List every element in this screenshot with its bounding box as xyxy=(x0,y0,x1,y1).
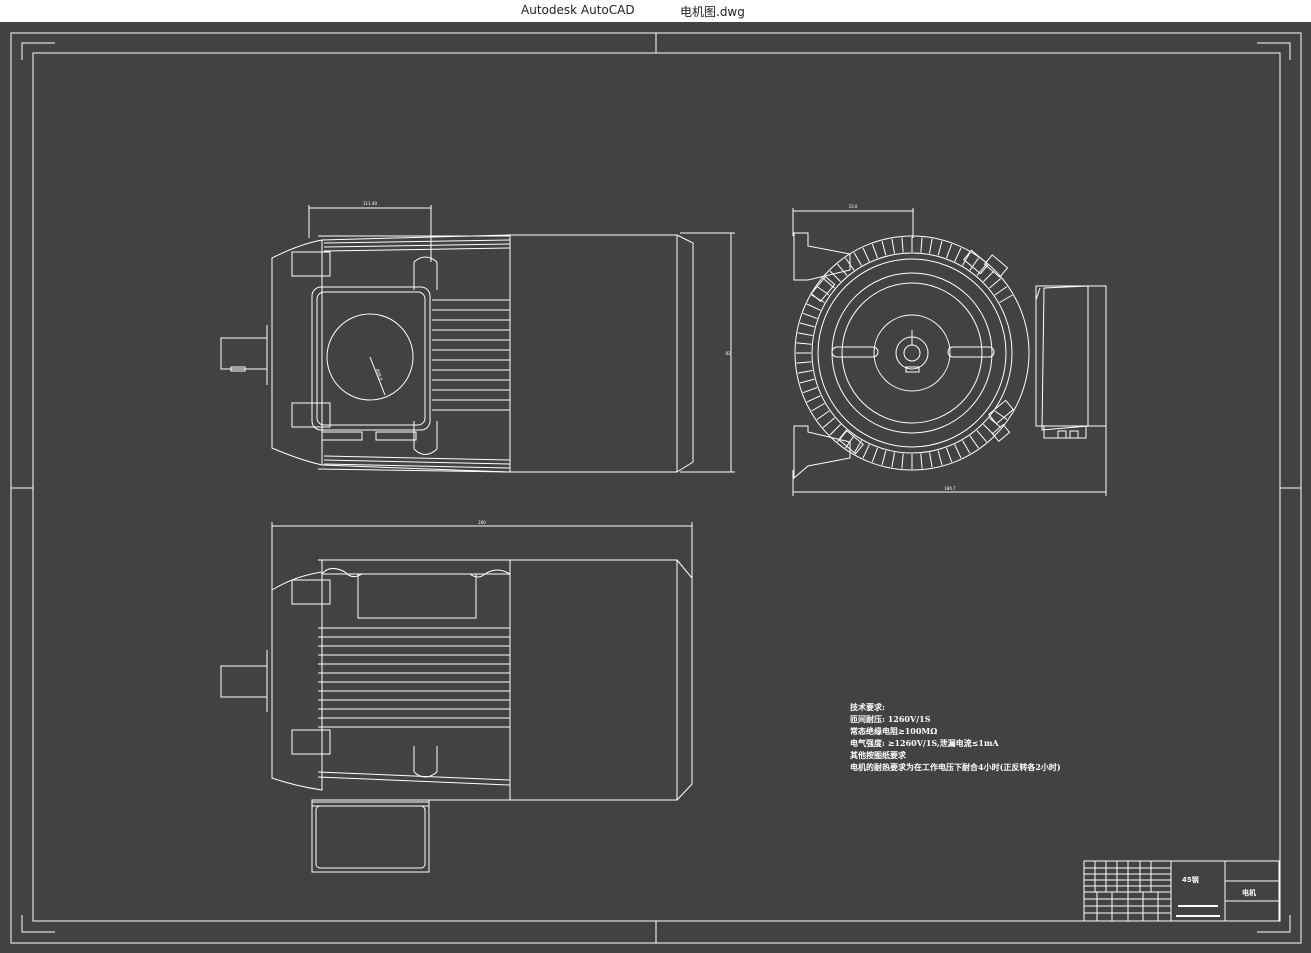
fin-tick xyxy=(983,270,995,282)
fin-tick xyxy=(976,430,987,443)
fin-tick xyxy=(994,286,1008,296)
side-view xyxy=(792,208,1107,496)
fin-tick xyxy=(816,410,830,420)
dim-side-width-bottom: 180.7 xyxy=(944,486,956,491)
fin-tick xyxy=(871,447,878,463)
fin-tick xyxy=(920,453,923,469)
fin-tick xyxy=(962,440,971,454)
dim-side-width-top: 33.0 xyxy=(849,204,858,209)
dim-front-width: 111.40 xyxy=(363,201,377,206)
fin-tick xyxy=(976,263,987,276)
title-block-part-name: 电机 xyxy=(1242,889,1256,897)
fin-tick xyxy=(946,447,953,463)
title-block-material: 45钢 xyxy=(1182,876,1199,884)
fin-tick xyxy=(862,444,870,459)
window-title-bar: Autodesk AutoCAD 电机图.dwg xyxy=(0,0,1311,22)
fin-tick xyxy=(853,252,862,266)
fin-tick xyxy=(929,238,933,254)
front-fins xyxy=(323,239,511,469)
fin-tick xyxy=(871,243,878,259)
front-view xyxy=(220,205,735,473)
fin-tick xyxy=(802,387,818,394)
bottom-fins xyxy=(318,627,510,728)
fin-tick xyxy=(891,238,895,254)
fin-tick xyxy=(999,294,1013,303)
fin-tick xyxy=(816,286,830,296)
fin-tick xyxy=(954,444,962,459)
dim-front-height: 82 xyxy=(725,351,731,356)
fin-tick xyxy=(901,453,904,469)
fin-tick xyxy=(799,378,815,384)
tech-req-line-2: 常态绝缘电阻≥100MΩ xyxy=(850,726,938,736)
bottom-view xyxy=(220,522,693,873)
app-title: Autodesk AutoCAD xyxy=(521,3,635,17)
fin-tick xyxy=(989,278,1002,289)
fin-tick xyxy=(806,303,821,311)
fin-tick xyxy=(837,263,848,276)
technical-requirements: 技术要求: 匝间耐压: 1260V/1S 常态绝缘电阻≥100MΩ 电气强度: … xyxy=(850,701,1061,773)
fin-tick xyxy=(797,332,813,336)
fin-tick xyxy=(797,370,813,374)
fin-tick xyxy=(920,237,923,253)
fin-tick xyxy=(796,361,812,364)
fin-tick xyxy=(822,417,835,428)
fin-tick xyxy=(994,410,1008,420)
fin-tick xyxy=(806,395,821,403)
fin-tick xyxy=(862,247,870,262)
sheet-border xyxy=(10,32,1302,944)
fin-tick xyxy=(829,424,841,436)
motor-drawing: 111.40 82 Ø38.9 33.0 180.7 200 xyxy=(10,32,1302,944)
fin-tick xyxy=(881,240,887,256)
tech-req-line-1: 匝间耐压: 1260V/1S xyxy=(850,714,931,724)
fin-tick xyxy=(937,450,943,466)
fin-tick xyxy=(969,435,979,449)
fin-tick xyxy=(811,403,825,412)
fin-tick xyxy=(802,312,818,319)
fin-tick xyxy=(799,322,815,328)
tech-req-line-4: 其他按图纸要求 xyxy=(850,750,906,760)
fin-tick xyxy=(796,342,812,345)
dim-front-circle: Ø38.9 xyxy=(375,368,384,381)
fin-tick xyxy=(929,452,933,468)
fin-tick xyxy=(891,452,895,468)
tech-req-line-3: 电气强度: ≥1260V/1S,泄漏电流≤1mA xyxy=(850,738,999,748)
document-tab[interactable]: 电机图.dwg xyxy=(680,3,745,20)
fin-tick xyxy=(946,243,953,259)
dim-bottom-overall: 200 xyxy=(478,520,486,525)
fin-tick xyxy=(901,237,904,253)
tech-req-title: 技术要求: xyxy=(850,702,885,712)
drawing-canvas[interactable]: 111.40 82 Ø38.9 33.0 180.7 200 技术要求: 匝间耐… xyxy=(0,22,1311,953)
tech-req-line-5: 电机的耐热要求为在工作电压下耐合4小时(正反转各2小时) xyxy=(850,762,1061,772)
fin-tick xyxy=(937,240,943,256)
fin-tick xyxy=(881,450,887,466)
fin-tick xyxy=(954,247,962,262)
